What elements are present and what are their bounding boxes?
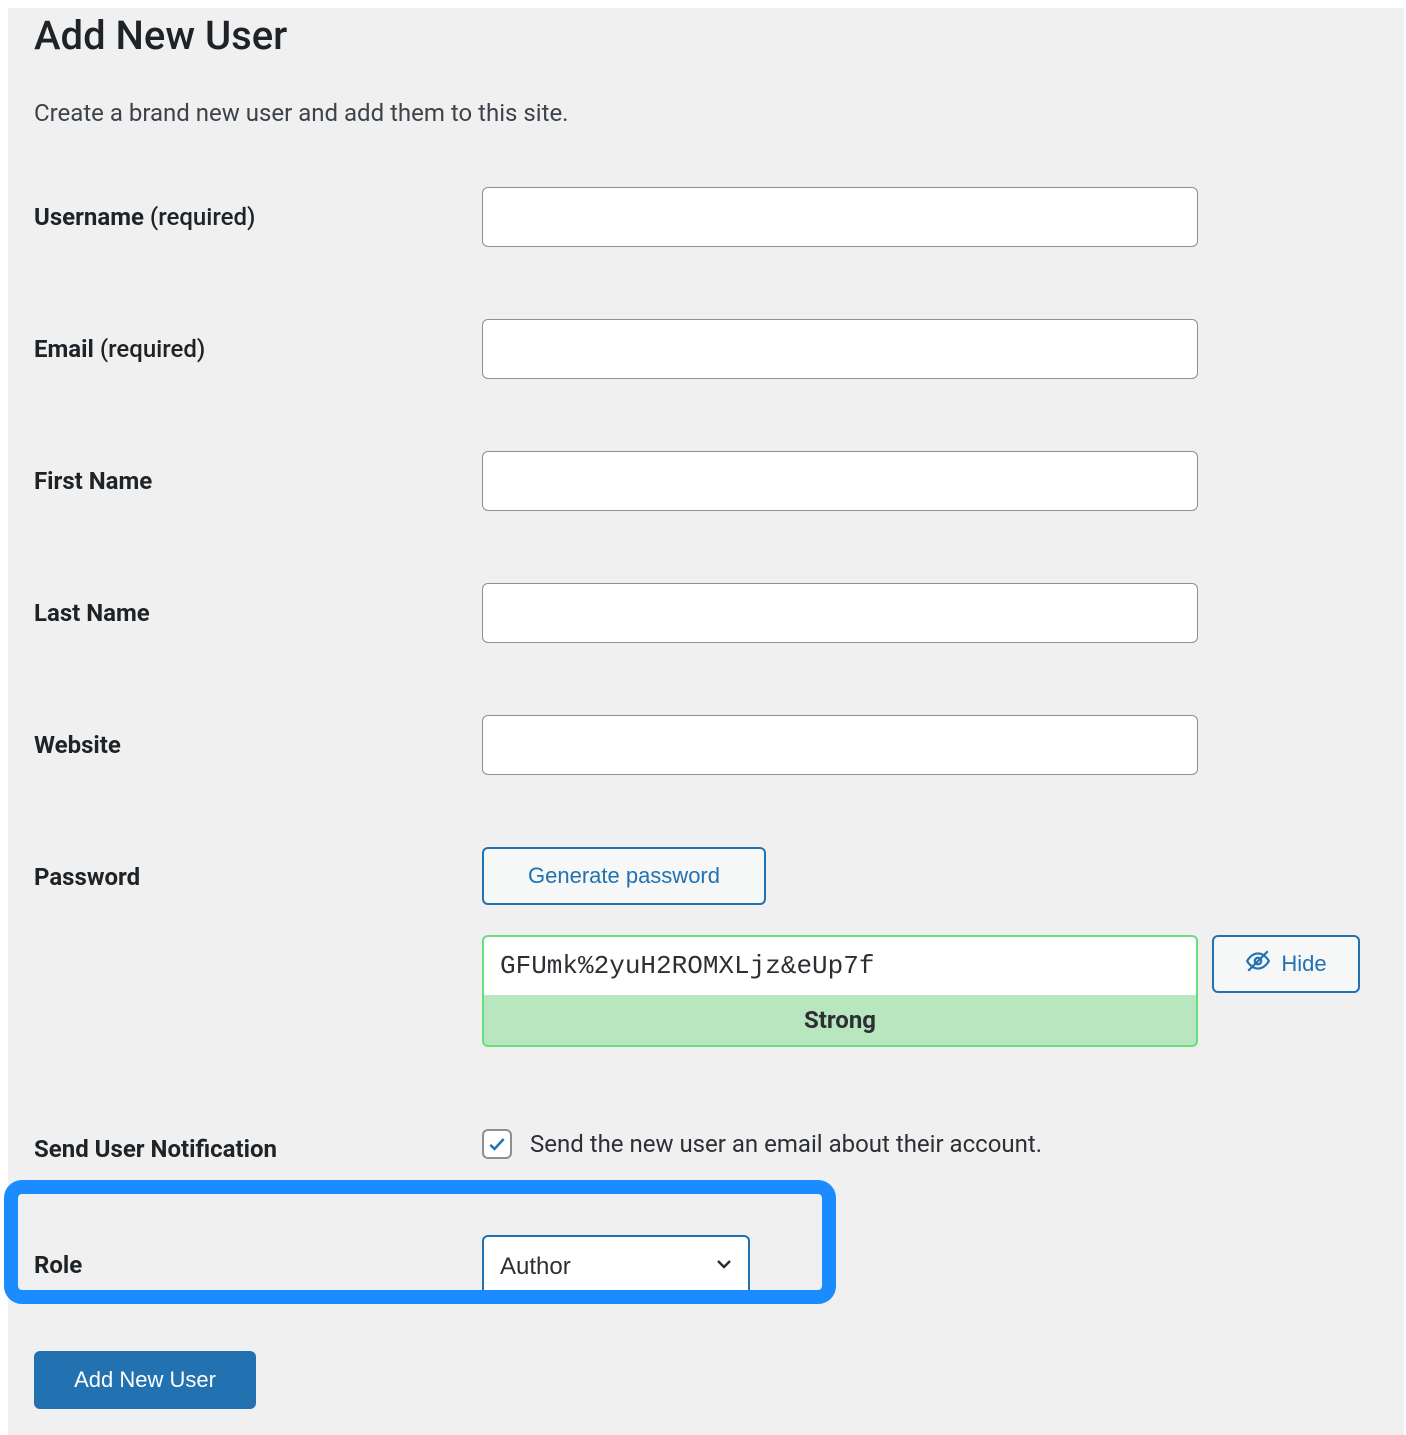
page-title: Add New User [34,12,1378,59]
firstname-label: First Name [34,451,482,495]
website-label: Website [34,715,482,759]
hide-button-label: Hide [1281,951,1326,977]
add-user-panel: Add New User Create a brand new user and… [8,8,1404,1435]
lastname-input[interactable] [482,583,1198,643]
email-required: (required) [100,335,206,363]
role-label: Role [34,1235,482,1279]
lastname-label: Last Name [34,583,482,627]
hide-password-button[interactable]: Hide [1212,935,1360,993]
password-strength-badge: Strong [482,995,1198,1047]
generate-password-button[interactable]: Generate password [482,847,766,905]
username-required: (required) [150,203,256,231]
role-select[interactable]: Author [482,1235,750,1297]
email-input[interactable] [482,319,1198,379]
eye-slash-icon [1245,948,1271,980]
email-label-text: Email [34,335,100,363]
notification-label: Send User Notification [34,1119,482,1163]
username-label-text: Username [34,203,150,231]
username-label: Username (required) [34,187,482,231]
email-label: Email (required) [34,319,482,363]
password-label: Password [34,847,482,891]
check-icon [487,1134,507,1154]
notification-text: Send the new user an email about their a… [530,1130,1042,1158]
username-input[interactable] [482,187,1198,247]
add-new-user-button[interactable]: Add New User [34,1351,256,1409]
firstname-input[interactable] [482,451,1198,511]
page-description: Create a brand new user and add them to … [34,99,1378,127]
password-input[interactable] [482,935,1198,995]
website-input[interactable] [482,715,1198,775]
notification-checkbox[interactable] [482,1129,512,1159]
